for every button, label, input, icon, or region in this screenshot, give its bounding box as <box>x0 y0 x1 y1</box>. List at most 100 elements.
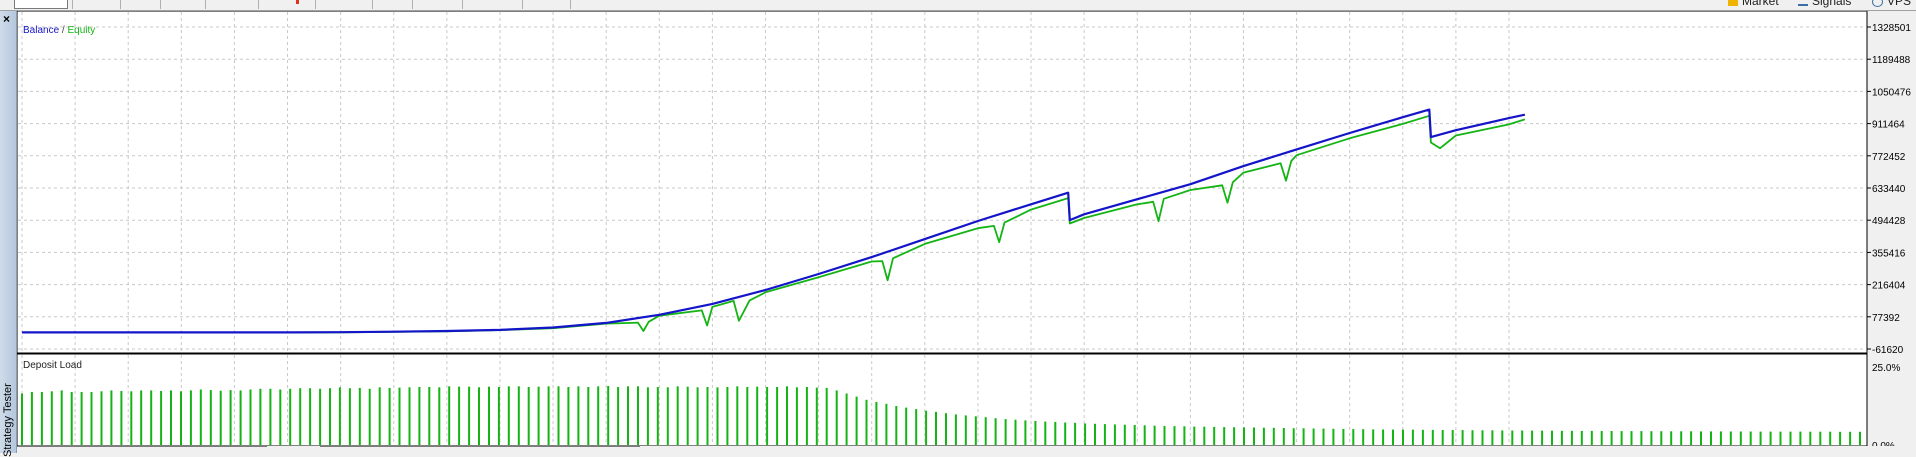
deposit-load-bar <box>1700 431 1702 445</box>
deposit-load-bar <box>50 391 53 445</box>
deposit-load-bar <box>1064 422 1067 445</box>
market-icon <box>1728 0 1738 7</box>
deposit-load-title: Deposit Load <box>23 360 82 371</box>
deposit-load-bar <box>329 388 331 445</box>
deposit-load-bar <box>895 406 898 445</box>
y-tick-label: 1050476 <box>1872 87 1911 98</box>
deposit-load-bar <box>338 387 341 445</box>
bottom-tab[interactable] <box>17 446 267 453</box>
y-tick-label: 355416 <box>1872 248 1906 259</box>
deposit-load-bar <box>1590 430 1593 445</box>
deposit-load-bar <box>994 418 997 445</box>
deposit-load-bar <box>855 396 858 445</box>
y-tick-label: 494428 <box>1872 216 1906 227</box>
deposit-load-bar <box>557 386 560 445</box>
deposit-load-bar <box>60 390 63 445</box>
close-icon[interactable]: × <box>3 13 10 25</box>
strategy-tester-sidebar: × Strategy Tester <box>0 11 17 457</box>
deposit-load-bar <box>646 387 649 445</box>
deposit-load-bar <box>120 391 123 445</box>
tab-separator <box>412 0 413 9</box>
vps-link[interactable]: VPS <box>1872 0 1911 8</box>
deposit-load-bar <box>875 401 878 445</box>
vps-icon <box>1872 0 1883 7</box>
tab-separator <box>570 0 571 9</box>
deposit-load-bar <box>954 414 957 445</box>
deposit-load-bar <box>219 390 222 445</box>
market-link[interactable]: Market <box>1728 0 1779 8</box>
signals-link[interactable]: Signals <box>1798 0 1851 8</box>
deposit-load-bar <box>795 387 798 445</box>
deposit-load-bar <box>1143 425 1146 445</box>
y-tick-label: 77392 <box>1872 313 1900 324</box>
deposit-load-bar <box>468 386 471 445</box>
deposit-load-bar <box>1292 428 1295 445</box>
tab-separator <box>462 0 463 9</box>
deposit-load-bar <box>845 393 848 445</box>
deposit-load-bar <box>726 387 729 445</box>
deposit-load-bar <box>567 387 570 445</box>
deposit-load-bar <box>1799 431 1802 445</box>
deposit-load-bar <box>478 387 480 445</box>
deposit-load-bar <box>229 390 232 445</box>
deposit-load-bar <box>348 388 351 445</box>
deposit-load-bar <box>1690 431 1693 445</box>
deposit-load-bar <box>279 389 282 445</box>
deposit-load-bar <box>597 386 600 445</box>
deposit-load-bar <box>587 387 590 445</box>
deposit-load-bar <box>865 399 868 445</box>
deposit-load-bar <box>1223 427 1226 445</box>
legend-separator: / <box>59 25 67 36</box>
deposit-load-bar <box>627 386 629 445</box>
chart-legend: Balance / Equity <box>23 25 95 36</box>
deposit-load-bar <box>418 387 421 445</box>
deposit-load-bar <box>1859 431 1861 445</box>
deposit-load-bar <box>1729 431 1732 445</box>
active-tab[interactable] <box>14 0 68 9</box>
deposit-load-bar <box>1233 427 1236 445</box>
tab-separator <box>205 0 206 9</box>
deposit-load-bar <box>40 392 43 445</box>
top-tab-strip: Market Signals VPS <box>0 0 1916 11</box>
deposit-load-plot-area <box>17 353 1868 447</box>
bottom-tab[interactable] <box>320 446 640 453</box>
deposit-load-bar <box>964 415 967 445</box>
deposit-load-bar <box>1411 429 1414 445</box>
deposit-load-bar <box>438 387 441 445</box>
deposit-load-bar <box>358 387 361 445</box>
deposit-load-bar <box>1153 425 1156 445</box>
deposit-load-bar <box>1054 421 1057 445</box>
deposit-load-bar <box>180 391 182 445</box>
tab-separator <box>72 0 73 9</box>
deposit-load-bar <box>1034 421 1037 445</box>
deposit-load-bar <box>815 387 818 445</box>
deposit-load-bar <box>786 386 788 445</box>
deposit-load-bar <box>1749 431 1752 445</box>
deposit-load-bar <box>656 387 659 445</box>
deposit-load-bar <box>1103 424 1106 445</box>
deposit-load-bar <box>1501 430 1504 445</box>
deposit-load-bar <box>1769 431 1772 445</box>
deposit-load-bar <box>1392 429 1394 445</box>
deposit-load-bar <box>368 388 371 445</box>
deposit-load-bar <box>666 387 669 445</box>
deposit-load-bar <box>1213 426 1216 445</box>
deposit-load-bar <box>736 386 739 445</box>
deposit-load-bar <box>1004 419 1007 445</box>
y-tick-label: 1328501 <box>1872 23 1911 34</box>
deposit-load-bar <box>1620 431 1623 445</box>
deposit-load-bar <box>935 411 937 445</box>
deposit-load-bar <box>776 387 779 445</box>
deposit-load-bar <box>915 409 918 445</box>
vps-label: VPS <box>1887 0 1912 8</box>
deposit-load-bar <box>696 387 699 445</box>
deposit-load-bar <box>1739 431 1742 445</box>
deposit-load-bar <box>686 386 689 445</box>
sidebar-title: Strategy Tester <box>2 383 14 457</box>
deposit-load-bar <box>199 389 202 445</box>
deposit-load-bar <box>1352 429 1355 445</box>
deposit-load-bar <box>1610 431 1613 445</box>
tab-separator <box>258 0 259 9</box>
deposit-load-bar <box>835 390 838 445</box>
deposit-load-bar <box>825 387 828 445</box>
